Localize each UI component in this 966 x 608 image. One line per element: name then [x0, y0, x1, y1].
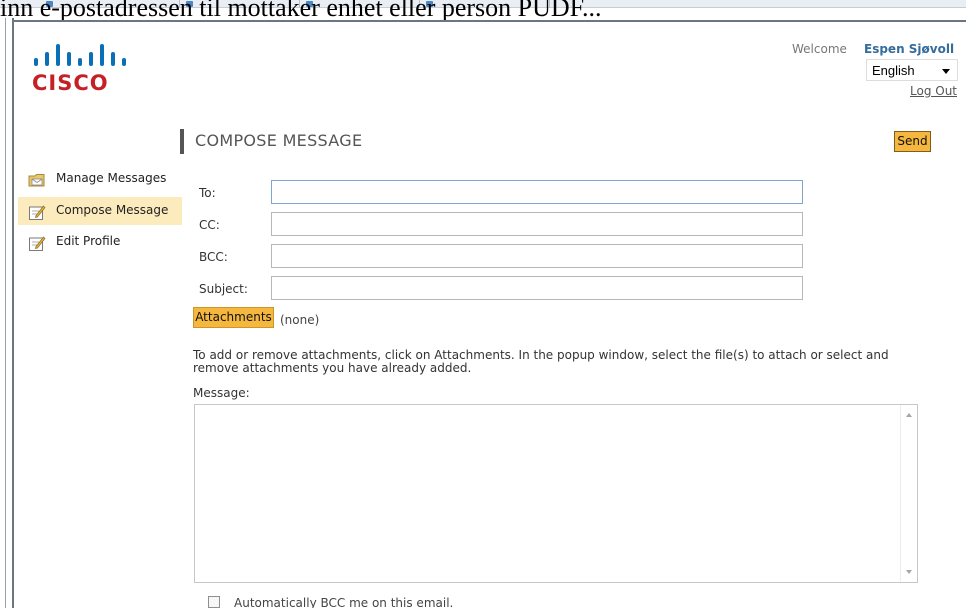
scroll-up-arrow-icon[interactable]	[906, 413, 912, 417]
welcome-text: Welcome	[792, 42, 847, 56]
scroll-down-arrow-icon[interactable]	[906, 570, 912, 574]
to-label: To:	[199, 186, 216, 200]
page-title: COMPOSE MESSAGE	[195, 131, 363, 150]
sidebar-item-compose-message[interactable]: Compose Message	[18, 197, 182, 225]
browser-tab-strip: inn e-postadressen til mottaker enhet el…	[0, 0, 966, 22]
sidebar-item-manage-messages[interactable]: Manage Messages	[18, 165, 182, 193]
folder-mail-icon	[28, 174, 45, 187]
auto-bcc-checkbox[interactable]	[208, 596, 220, 608]
to-field[interactable]	[271, 180, 803, 204]
message-textarea[interactable]	[194, 404, 918, 583]
attachments-button[interactable]: Attachments	[193, 307, 274, 328]
subject-label: Subject:	[199, 282, 248, 296]
sidebar-item-label: Manage Messages	[56, 171, 167, 185]
attachments-status: (none)	[280, 313, 320, 327]
user-name: Espen Sjøvoll	[864, 42, 955, 56]
attachments-help-text: To add or remove attachments, click on A…	[193, 348, 889, 375]
edit-profile-icon	[29, 236, 46, 251]
title-accent-bar	[180, 129, 184, 154]
compose-icon	[29, 205, 46, 220]
sidebar-item-label: Edit Profile	[56, 234, 121, 248]
send-button[interactable]: Send	[894, 131, 931, 152]
sidebar-item-edit-profile[interactable]: Edit Profile	[18, 228, 182, 256]
bcc-field[interactable]	[271, 244, 803, 268]
window-frame-left	[0, 18, 14, 608]
bcc-label: BCC:	[199, 250, 228, 264]
cisco-logo: CISCO	[32, 44, 142, 100]
chevron-down-icon	[942, 69, 950, 74]
logout-link[interactable]: Log Out	[910, 84, 957, 98]
subject-field[interactable]	[271, 276, 803, 300]
cc-field[interactable]	[271, 212, 803, 236]
window-frame-top	[12, 20, 966, 22]
message-label: Message:	[193, 386, 250, 400]
overlay-document-text: inn e-postadressen til mottaker enhet el…	[0, 0, 602, 22]
sidebar-item-label: Compose Message	[56, 203, 169, 217]
message-scrollbar[interactable]	[900, 405, 917, 582]
cc-label: CC:	[199, 218, 220, 232]
language-selected-value: English	[872, 63, 915, 78]
cisco-bridge-icon	[34, 44, 140, 66]
cisco-wordmark: CISCO	[32, 71, 109, 95]
auto-bcc-label: Automatically BCC me on this email.	[234, 596, 454, 608]
language-select[interactable]: English	[866, 59, 958, 81]
